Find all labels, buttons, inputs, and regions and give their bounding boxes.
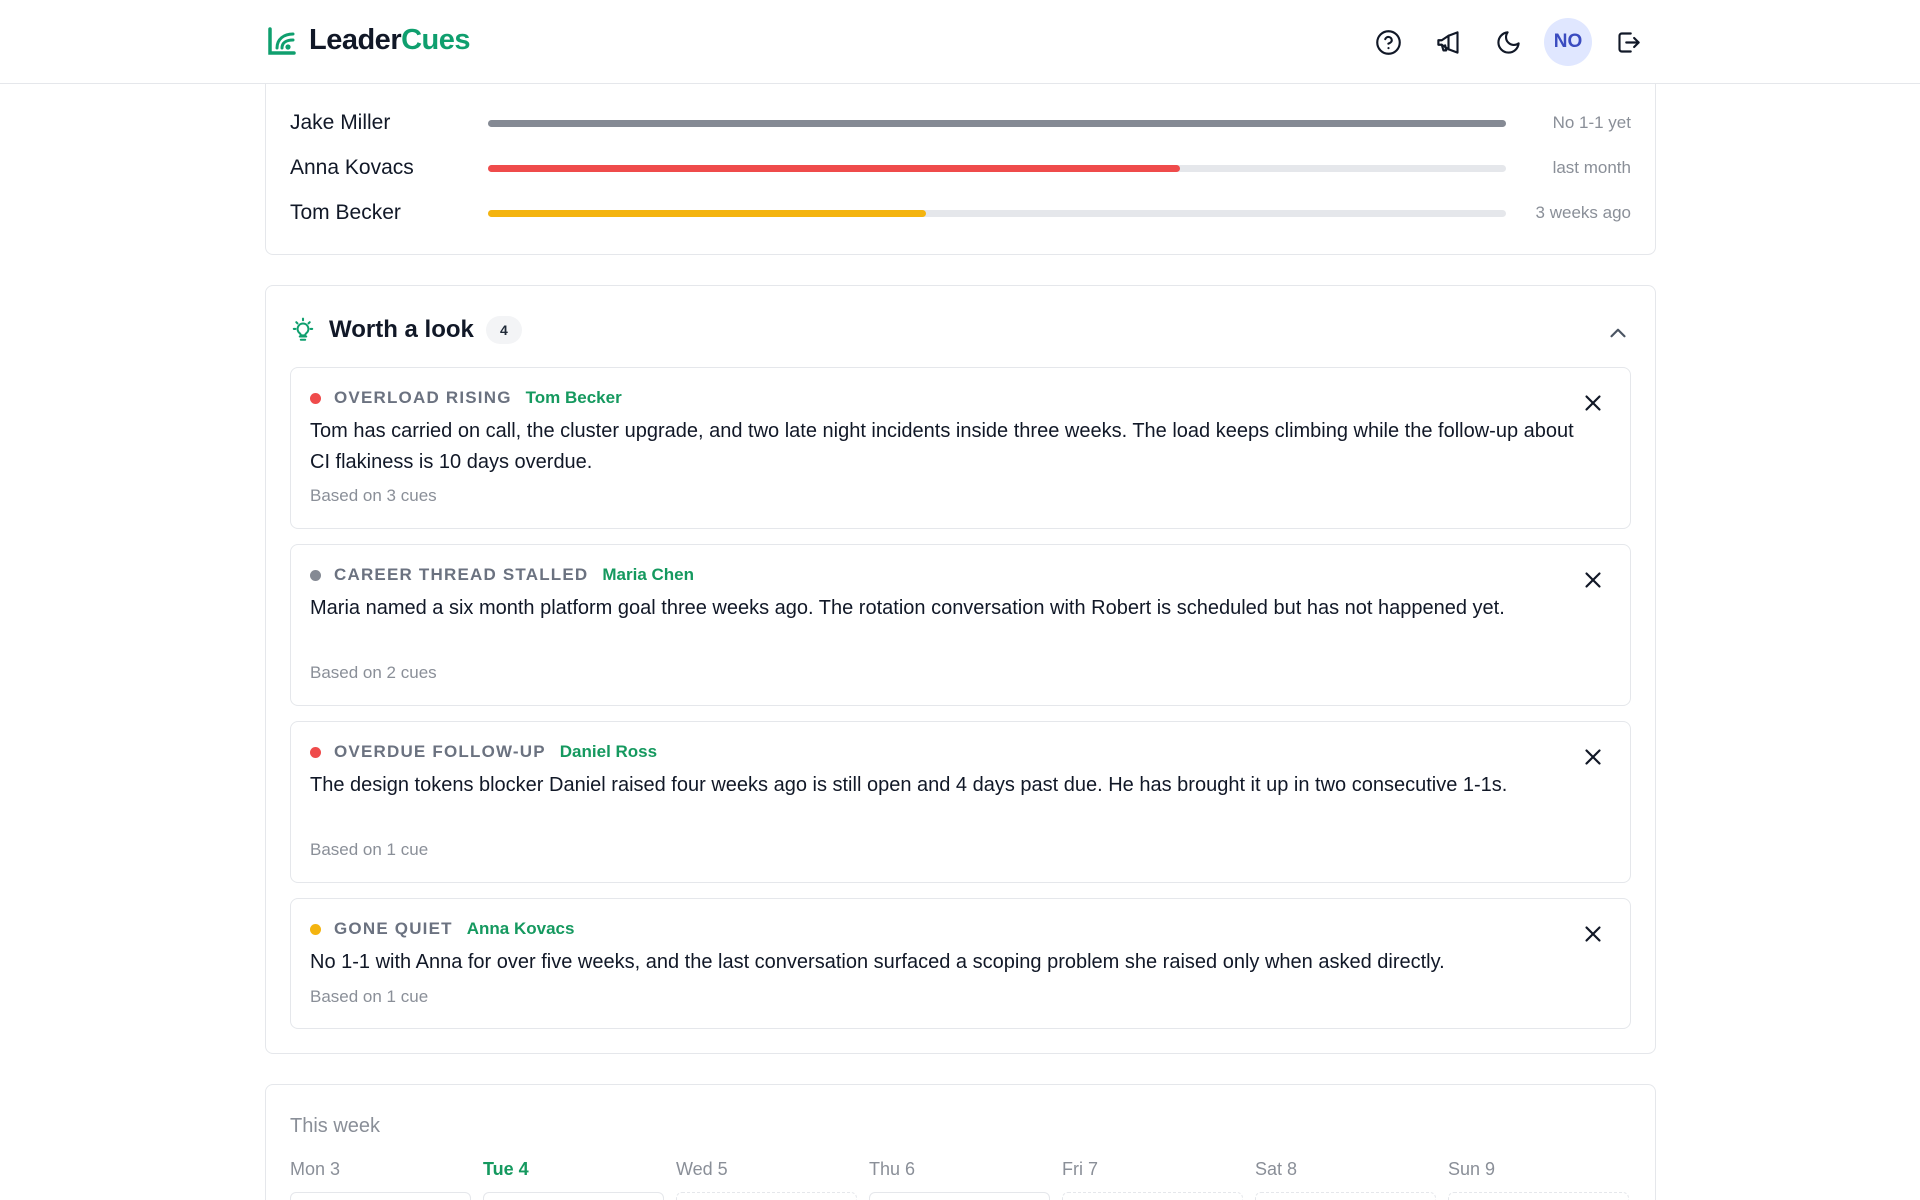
day-slot-empty[interactable] — [1062, 1192, 1243, 1200]
help-button[interactable] — [1364, 18, 1412, 66]
announcements-button[interactable] — [1424, 18, 1472, 66]
insight-cue-count: Based on 2 cues — [310, 663, 437, 682]
logo-mark-icon — [268, 26, 296, 55]
this-week-card: This week Mon 3 Tue 4 Wed 5 Thu 6 Fri 7 … — [265, 1084, 1656, 1200]
severity-dot — [310, 923, 321, 935]
insight-cue-count: Based on 1 cue — [310, 987, 429, 1006]
logout-button[interactable] — [1604, 18, 1652, 66]
insight-body: Maria named a six month platform goal th… — [310, 597, 1505, 619]
member-name: Tom Becker — [290, 201, 401, 224]
insight-meta: GONE QUIET Anna Kovacs — [310, 919, 574, 939]
day-label: Fri 7 — [1062, 1159, 1098, 1179]
logo-text: LeaderCues — [309, 24, 471, 56]
this-week-title: This week — [290, 1115, 381, 1137]
insight-tag: OVERLOAD RISING — [334, 388, 512, 407]
theme-toggle-button[interactable] — [1484, 18, 1532, 66]
insight-tag: CAREER THREAD STALLED — [334, 565, 589, 584]
day-label: Wed 5 — [676, 1159, 728, 1179]
day-label: Sat 8 — [1255, 1159, 1298, 1179]
insight-card: CAREER THREAD STALLED Maria Chen Maria n… — [290, 544, 1631, 706]
close-icon[interactable] — [1580, 567, 1606, 593]
insight-card: GONE QUIET Anna Kovacs No 1-1 with Anna … — [290, 898, 1631, 1029]
recency-bar — [488, 209, 1506, 217]
member-name: Jake Miller — [290, 111, 391, 134]
oneone-row[interactable]: Jake Miller No 1-1 yet — [290, 108, 1631, 138]
recency-bar-fill — [488, 164, 1181, 172]
app-logo[interactable]: LeaderCues — [267, 24, 471, 57]
day-slot[interactable] — [290, 1192, 471, 1200]
insight-body: The design tokens blocker Daniel raised … — [310, 774, 1508, 796]
insight-person-link[interactable]: Daniel Ross — [560, 742, 657, 762]
member-name: Anna Kovacs — [290, 156, 414, 179]
insight-tag: OVERDUE FOLLOW-UP — [334, 742, 546, 761]
logout-icon — [1617, 31, 1640, 53]
day-slot[interactable] — [869, 1192, 1050, 1200]
insight-card: OVERLOAD RISING Tom Becker Tom has carri… — [290, 367, 1631, 529]
header-actions: NO — [1352, 18, 1652, 66]
recency-bar — [488, 164, 1506, 172]
last-oneone-status: last month — [1552, 158, 1631, 177]
severity-dot — [310, 392, 321, 404]
recency-bar-fill — [488, 119, 1506, 127]
insight-meta: CAREER THREAD STALLED Maria Chen — [310, 565, 694, 585]
oneone-row[interactable]: Tom Becker 3 weeks ago — [290, 198, 1631, 228]
one-on-one-recency-card: Jake Miller No 1-1 yet Anna Kovacs last … — [265, 70, 1656, 255]
close-icon[interactable] — [1580, 744, 1606, 770]
day-slot[interactable] — [483, 1192, 664, 1200]
insight-person-link[interactable]: Tom Becker — [526, 388, 622, 408]
day-label: Thu 6 — [869, 1159, 916, 1179]
day-slot-empty[interactable] — [1255, 1192, 1436, 1200]
top-navigation-bar: LeaderCues NO — [0, 0, 1920, 84]
week-day-headers: Mon 3 Tue 4 Wed 5 Thu 6 Fri 7 Sat 8 Sun … — [290, 1159, 1641, 1180]
user-avatar[interactable]: NO — [1544, 18, 1592, 66]
close-icon[interactable] — [1580, 390, 1606, 416]
day-slot-empty[interactable] — [676, 1192, 857, 1200]
insight-body: No 1-1 with Anna for over five weeks, an… — [310, 951, 1445, 973]
insight-cue-count: Based on 1 cue — [310, 840, 429, 859]
last-oneone-status: No 1-1 yet — [1552, 113, 1631, 132]
severity-dot — [310, 569, 321, 581]
lightbulb-icon — [292, 317, 314, 341]
insight-cue-count: Based on 3 cues — [310, 486, 437, 505]
insight-count-badge: 4 — [485, 316, 522, 344]
severity-dot — [310, 746, 321, 758]
worth-a-look-title: Worth a look — [329, 316, 474, 343]
insight-meta: OVERLOAD RISING Tom Becker — [310, 388, 622, 408]
insight-meta: OVERDUE FOLLOW-UP Daniel Ross — [310, 742, 657, 762]
insight-person-link[interactable]: Maria Chen — [602, 565, 694, 585]
day-label: Sun 9 — [1448, 1159, 1496, 1179]
moon-icon — [1496, 30, 1520, 54]
worth-a-look-card: Worth a look 4 OVERLOAD RISING Tom Becke… — [265, 285, 1656, 1054]
insight-tag: GONE QUIET — [334, 919, 453, 938]
day-label: Tue 4 — [483, 1159, 529, 1179]
close-icon[interactable] — [1580, 921, 1606, 947]
day-label: Mon 3 — [290, 1159, 341, 1179]
last-oneone-status: 3 weeks ago — [1535, 203, 1631, 222]
recency-bar — [488, 119, 1506, 127]
help-icon — [1375, 29, 1401, 55]
insight-card: OVERDUE FOLLOW-UP Daniel Ross The design… — [290, 721, 1631, 883]
recency-bar-fill — [488, 209, 926, 217]
megaphone-icon — [1436, 30, 1459, 54]
worth-a-look-header: Worth a look 4 — [290, 316, 522, 344]
insight-person-link[interactable]: Anna Kovacs — [467, 919, 575, 939]
insight-body: Tom has carried on call, the cluster upg… — [310, 420, 1574, 473]
oneone-row[interactable]: Anna Kovacs last month — [290, 153, 1631, 183]
day-slot-empty[interactable] — [1448, 1192, 1629, 1200]
chevron-up-icon[interactable] — [1605, 320, 1631, 346]
